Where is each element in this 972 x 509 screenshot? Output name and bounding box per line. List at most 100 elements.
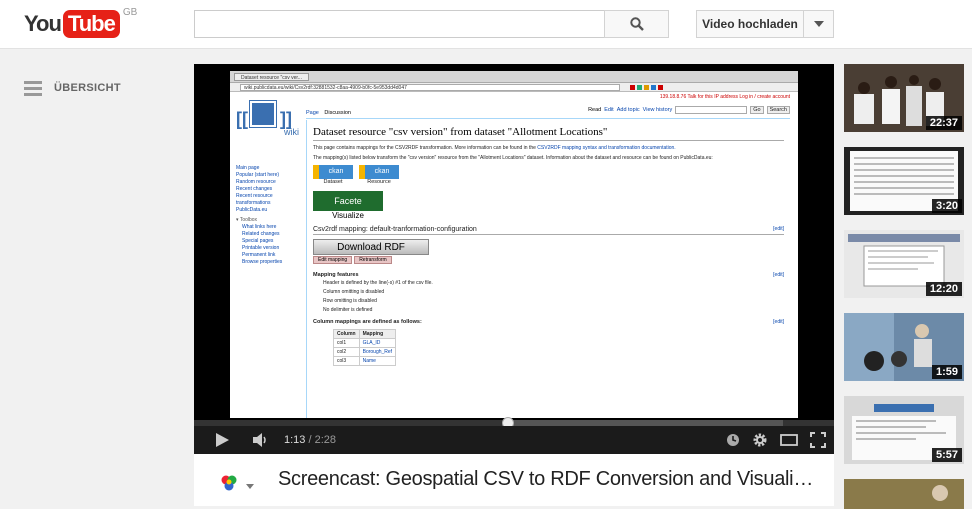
recorded-columns-heading: Column mappings are defined as follows: …	[313, 319, 784, 326]
table-cell: col3	[333, 356, 360, 366]
video-player[interactable]: Dataset resource "csv ver... wiki.public…	[194, 64, 834, 454]
recorded-retransform-button: Retransform	[354, 256, 392, 264]
recorded-ckan-dataset: ckan Dataset	[313, 165, 353, 185]
recorded-tab-edit: Edit	[604, 107, 614, 113]
theater-mode-icon[interactable]	[780, 434, 798, 446]
time-separator: /	[305, 434, 315, 446]
recorded-tab-history: View history	[642, 107, 673, 113]
related-video-thumbnail[interactable]: 3:20	[844, 147, 964, 215]
recorded-facete-label: Visualize	[332, 211, 364, 220]
recorded-intro-link: CSV2RDF mapping syntax and transformatio…	[537, 145, 676, 151]
recorded-personal-bar: 139.18.8.76 Talk for this IP address Log…	[230, 92, 798, 104]
recorded-toolbox-item: Related changes	[242, 231, 280, 237]
recorded-description: The mapping(s) listed below transform th…	[313, 155, 713, 161]
search-input[interactable]	[194, 10, 605, 38]
recorded-wiki-sidebar: Main page Popular (start here) Random re…	[236, 165, 302, 266]
recorded-go-button: Go	[750, 106, 764, 114]
recorded-wiki-logo: [[ ]] wiki	[236, 100, 299, 143]
channel-dropdown-arrow-icon[interactable]	[246, 484, 254, 489]
recorded-search-box	[675, 106, 748, 114]
recorded-toolbox-item: Browse properties	[242, 259, 283, 265]
recorded-url: wiki.publicdata.eu/wiki/Csv2rdf:32881532…	[240, 83, 620, 91]
recorded-ckan-resource-label: Resource	[367, 179, 391, 185]
video-duration: 12:20	[925, 282, 962, 296]
total-time: 2:28	[314, 434, 337, 446]
table-row: col3 Name	[333, 356, 397, 366]
recorded-tab-discussion: Discussion	[324, 110, 351, 116]
recorded-nav-item: PublicData.eu	[236, 207, 268, 213]
upload-menu-button[interactable]	[803, 10, 834, 38]
table-header-row: Column Mapping	[333, 329, 397, 339]
recorded-nav-item: Popular (start here)	[236, 172, 280, 178]
recorded-edit-mapping-button: Edit mapping	[313, 256, 353, 264]
video-duration: 5:57	[931, 448, 962, 462]
recorded-features-heading-text: Mapping features	[313, 272, 359, 278]
recorded-edit-link: [edit]	[773, 272, 784, 278]
recorded-tab-page: Page	[306, 110, 319, 116]
video-duration: 3:20	[931, 199, 962, 213]
related-video-thumbnail[interactable]	[844, 479, 964, 509]
recorded-feature-item: Row omitting is disabled	[323, 298, 377, 304]
current-time: 1:13	[284, 434, 306, 446]
recorded-nav-item: Random resource	[236, 179, 276, 185]
recorded-address-bar: wiki.publicdata.eu/wiki/Csv2rdf:32881532…	[230, 83, 798, 92]
recorded-mapping-heading: Csv2rdf mapping: default-tranformation-c…	[313, 226, 784, 235]
wrench-logo-icon	[249, 100, 277, 128]
time-display: 1:13 / 2:28	[284, 434, 336, 446]
volume-icon[interactable]	[252, 433, 268, 447]
recorded-nav-item: Recent changes	[236, 186, 273, 192]
recorded-toolbox-item: Permanent link	[242, 252, 276, 258]
recorded-toolbox-label: Toolbox	[239, 217, 258, 223]
watch-later-icon[interactable]	[726, 433, 740, 447]
recorded-toolbox-heading: ▾ Toolbox	[236, 217, 258, 223]
recorded-download-rdf-button: Download RDF	[313, 239, 429, 255]
related-video-thumbnail[interactable]: 12:20	[844, 230, 964, 298]
upload-button[interactable]: Video hochladen	[696, 10, 804, 38]
table-row: col2 Borough_Ref	[333, 347, 397, 357]
facete-logo-icon: Facete	[313, 191, 383, 211]
table-row: col1 GLA_ID	[333, 338, 397, 348]
related-video-thumbnail[interactable]: 5:57	[844, 396, 964, 464]
recorded-features-heading: Mapping features [edit]	[313, 272, 784, 279]
recorded-toolbox-item: What links here	[242, 224, 277, 230]
recorded-columns-heading-text: Column mappings are defined as follows:	[313, 319, 422, 325]
search-icon	[629, 17, 644, 31]
recorded-feature-item: Column omitting is disabled	[323, 289, 385, 295]
recorded-intro: This page contains mappings for the CSV2…	[313, 145, 784, 152]
logo-you-text: You	[24, 11, 62, 36]
recorded-column-table: Column Mapping col1 GLA_ID col2 Borough_Ref…	[333, 329, 397, 366]
recorded-feature-item: No delimiter is defined	[323, 307, 373, 313]
recorded-browser-tabbar: Dataset resource "csv ver...	[230, 71, 798, 83]
bracket-left-icon: [[	[236, 109, 248, 129]
settings-gear-icon[interactable]	[752, 432, 768, 448]
related-video-thumbnail[interactable]: 1:59	[844, 313, 964, 381]
table-header-cell: Mapping	[358, 329, 397, 339]
recorded-mapping-actions: Edit mapping Retransform	[313, 256, 784, 264]
table-cell: col1	[333, 338, 360, 348]
table-cell: GLA_ID	[358, 338, 397, 348]
search-button[interactable]	[604, 10, 669, 38]
player-controls: 1:13 / 2:28	[194, 426, 834, 454]
related-video-thumbnail[interactable]: 22:37	[844, 64, 964, 132]
youtube-logo[interactable]: You Tube GB	[24, 7, 137, 39]
guide-label: ÜBERSICHT	[54, 82, 121, 94]
recorded-search-button: Search	[766, 106, 790, 114]
recorded-mapping-heading-text: Csv2rdf mapping: default-tranformation-c…	[313, 226, 477, 233]
recorded-tab-read: Read	[588, 107, 602, 113]
fullscreen-icon[interactable]	[810, 432, 826, 448]
recorded-browser-tab: Dataset resource "csv ver...	[234, 72, 309, 81]
guide-button[interactable]: ÜBERSICHT	[24, 80, 121, 96]
video-title: Screencast: Geospatial CSV to RDF Conver…	[278, 468, 818, 490]
recorded-edit-link: [edit]	[773, 319, 784, 325]
logo-tube-text: Tube	[62, 10, 120, 38]
recorded-page-title: Dataset resource "csv version" from data…	[313, 126, 784, 141]
recorded-nav-item: Recent resource transformations	[236, 193, 273, 206]
play-icon[interactable]	[214, 432, 230, 448]
player-right-controls	[726, 432, 826, 448]
recorded-ip-note: 139.18.8.76 Talk for this IP address Log…	[659, 94, 790, 100]
recorded-ckan-links: ckan Dataset ckan Resource	[313, 165, 784, 185]
channel-avatar-icon[interactable]	[220, 474, 238, 492]
chevron-down-icon	[813, 21, 824, 27]
recorded-toolbox-item: Special pages	[242, 238, 274, 244]
hamburger-icon	[24, 81, 42, 96]
